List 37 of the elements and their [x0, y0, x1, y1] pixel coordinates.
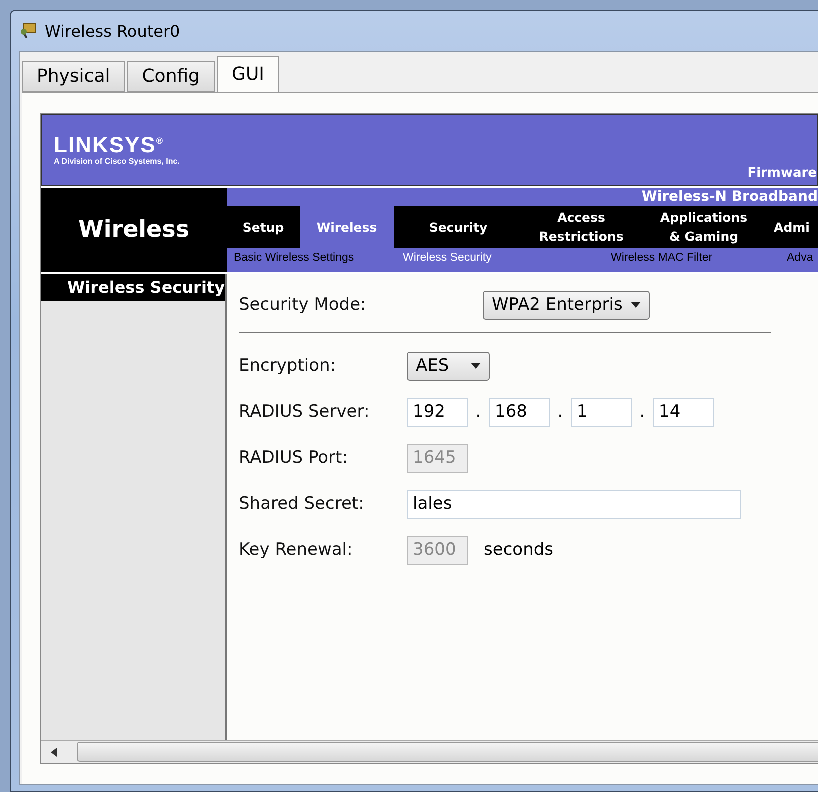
- logo: LINKSYS$^{®}$ A Division of Cisco Systems, Inc.: [53, 131, 180, 168]
- sub-tab[interactable]: Wireless MAC Filter: [573, 252, 787, 264]
- unit-label: seconds: [484, 540, 554, 560]
- field-label: Security Mode:: [239, 295, 368, 315]
- caret-icon: [630, 302, 641, 308]
- window-title: Wireless Router0: [45, 22, 180, 40]
- field-label: Key Renewal:: [239, 540, 354, 560]
- separator: .: [638, 402, 646, 422]
- sub-tab[interactable]: Adva: [787, 252, 818, 264]
- ip-octet-field[interactable]: 168: [489, 398, 550, 426]
- scroll-thumb[interactable]: [77, 742, 818, 762]
- ip-octet-field[interactable]: 14: [653, 398, 714, 426]
- field-label: Shared Secret:: [239, 494, 366, 514]
- router-icon: [19, 22, 39, 40]
- field-label: RADIUS Server:: [239, 402, 371, 422]
- side-title: Wireless Security: [41, 274, 225, 301]
- ip-octet-field[interactable]: 1: [571, 398, 632, 426]
- tab[interactable]: GUI: [217, 56, 280, 92]
- ip-octet-field[interactable]: 192: [407, 398, 468, 426]
- dropdown[interactable]: AES: [407, 352, 490, 380]
- horizontal-scrollbar[interactable]: [41, 740, 818, 763]
- caret-icon: [471, 363, 482, 369]
- nav-tab[interactable]: Wireless: [300, 206, 394, 248]
- firmware-label: Firmware: [748, 166, 817, 183]
- separator: .: [556, 402, 564, 422]
- sub-tab[interactable]: Basic Wireless Settings: [227, 252, 395, 264]
- scroll-left-icon[interactable]: [51, 748, 57, 756]
- field-label: RADIUS Port:: [239, 448, 349, 468]
- product-name: Wireless-N Broadband: [640, 188, 818, 206]
- separator: .: [474, 402, 482, 422]
- tab[interactable]: Config: [127, 61, 215, 92]
- dropdown[interactable]: WPA2 Enterpris: [483, 290, 650, 320]
- field-label: Encryption:: [239, 356, 337, 376]
- input-field[interactable]: lales: [407, 490, 741, 518]
- section-title: Wireless: [41, 188, 227, 272]
- sub-tab[interactable]: Wireless Security: [395, 252, 573, 264]
- tab[interactable]: Physical: [22, 61, 126, 92]
